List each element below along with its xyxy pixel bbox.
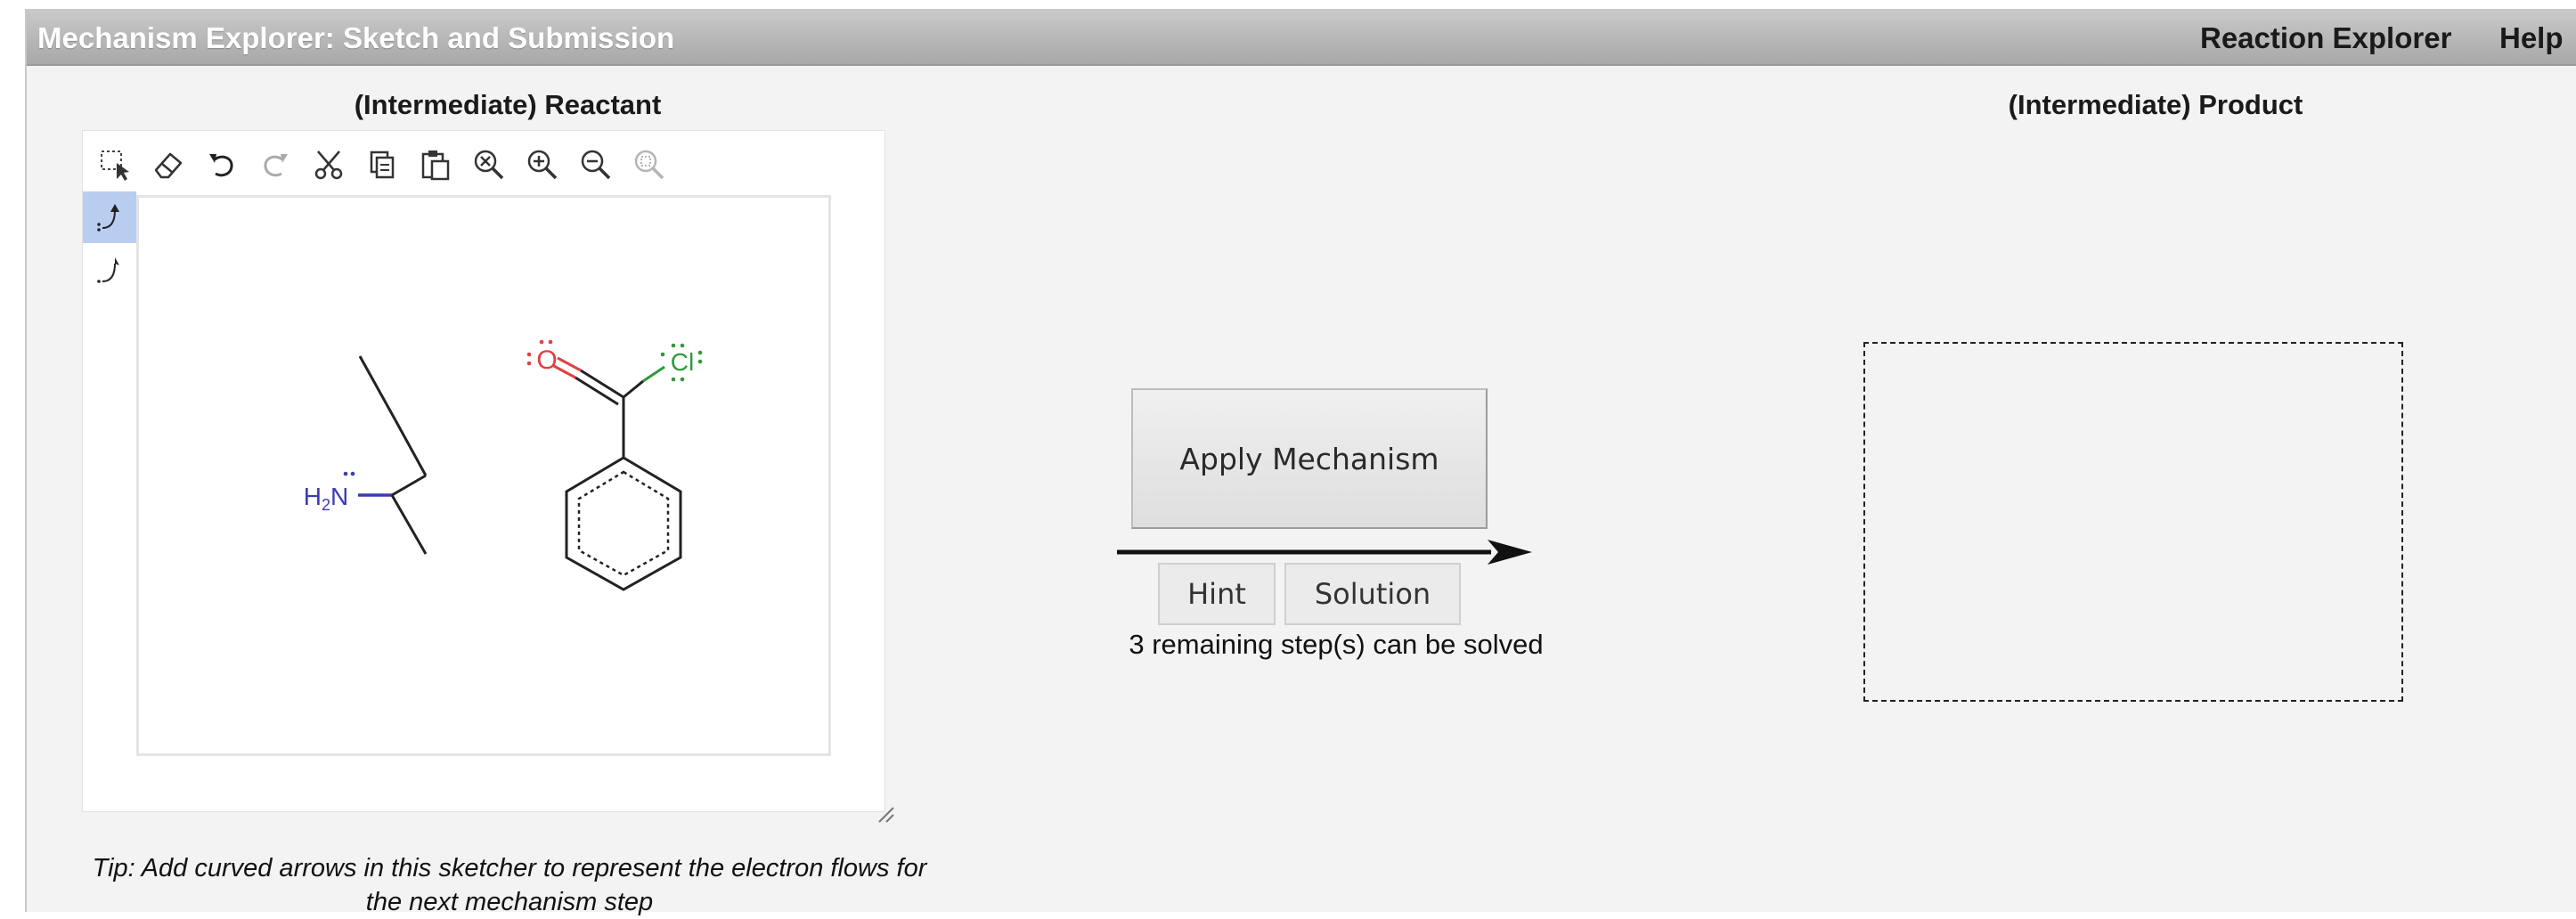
- sketcher-tip: Tip: Add curved arrows in this sketcher …: [92, 854, 927, 916]
- chlorine-label: Cl: [671, 348, 694, 376]
- zoom-in-icon[interactable]: [519, 143, 566, 186]
- paste-icon[interactable]: [412, 143, 459, 186]
- reactant-molecules: H2N O Cl: [304, 339, 703, 591]
- copy-icon[interactable]: [359, 143, 405, 186]
- select-rectangle-icon[interactable]: [92, 143, 138, 186]
- solution-button[interactable]: Solution: [1284, 563, 1461, 625]
- hint-button[interactable]: Hint: [1158, 563, 1276, 625]
- molecule-sketcher[interactable]: H2N O Cl: [82, 130, 894, 823]
- zoom-reset-icon[interactable]: [466, 143, 512, 186]
- cut-icon[interactable]: [306, 143, 352, 186]
- redo-icon[interactable]: [252, 143, 298, 186]
- app-window: Mechanism Explorer: Sketch and Submissio…: [25, 9, 2576, 916]
- zoom-fit-icon[interactable]: [626, 143, 673, 186]
- oxygen-label: O: [536, 346, 557, 375]
- remaining-steps-text: 3 remaining step(s) can be solved: [1129, 629, 1544, 660]
- eraser-icon[interactable]: [145, 143, 192, 186]
- reactant-heading: (Intermediate) Reactant: [354, 89, 662, 120]
- sketch-canvas[interactable]: H2N O Cl: [136, 195, 831, 756]
- undo-icon[interactable]: [199, 143, 245, 186]
- sketcher-toolbar: [92, 143, 664, 188]
- resize-handle-icon[interactable]: [876, 804, 895, 824]
- electron-pair-arrow-icon[interactable]: [83, 191, 136, 243]
- amine-molecule: H2N: [304, 355, 428, 555]
- apply-mechanism-button[interactable]: Apply Mechanism: [1131, 388, 1488, 529]
- title-bar: Mechanism Explorer: Sketch and Submissio…: [27, 11, 2576, 66]
- product-heading: (Intermediate) Product: [2008, 89, 2303, 120]
- benzoyl-chloride-molecule: O Cl: [526, 339, 703, 591]
- nav-help[interactable]: Help: [2499, 21, 2564, 55]
- reaction-arrow-icon: [1117, 540, 1532, 565]
- product-drop-area[interactable]: [1863, 342, 2403, 702]
- nav-reaction-explorer[interactable]: Reaction Explorer: [2200, 21, 2451, 55]
- single-electron-arrow-icon[interactable]: [83, 245, 136, 297]
- amine-label: H2N: [304, 483, 348, 514]
- app-title: Mechanism Explorer: Sketch and Submissio…: [37, 21, 675, 54]
- zoom-out-icon[interactable]: [573, 143, 619, 186]
